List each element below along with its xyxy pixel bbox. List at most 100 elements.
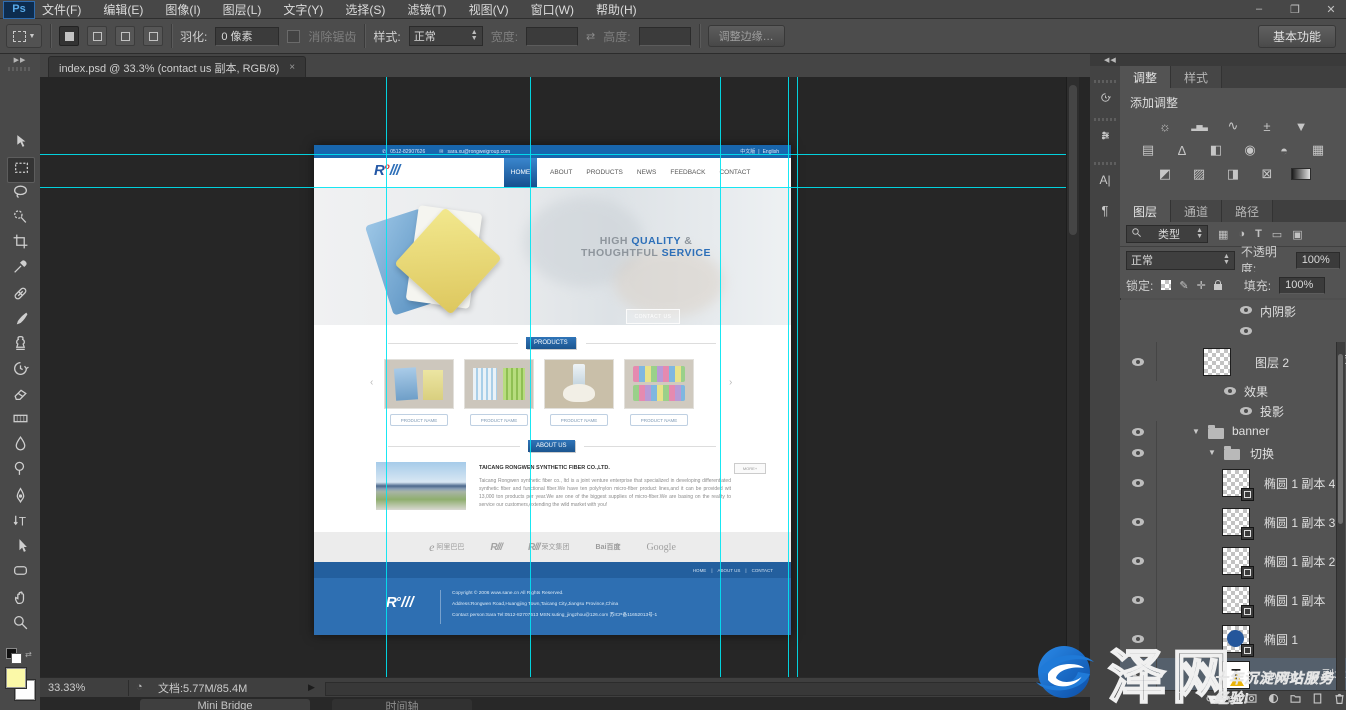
tab-paths[interactable]: 路径 bbox=[1222, 200, 1273, 222]
curves-icon[interactable]: ∿ bbox=[1220, 117, 1246, 135]
tool-dodge[interactable] bbox=[7, 459, 33, 483]
antialias-checkbox[interactable] bbox=[287, 30, 300, 43]
products-next-arrow[interactable]: › bbox=[729, 377, 732, 388]
workspace-switcher-button[interactable]: 基本功能 bbox=[1258, 25, 1336, 48]
tab-layers[interactable]: 图层 bbox=[1120, 200, 1171, 222]
group-expand-triangle[interactable]: ▼ bbox=[1208, 448, 1216, 457]
mini-bridge-tab[interactable]: Mini Bridge bbox=[140, 699, 310, 710]
product-name-button-3[interactable]: PRODUCT NAME bbox=[550, 414, 608, 426]
filter-smart-object-icon[interactable]: ▣ bbox=[1292, 228, 1302, 241]
adjustment-layer-icon[interactable] bbox=[1267, 692, 1280, 710]
paragraph-panel-icon[interactable]: ¶ bbox=[1093, 198, 1117, 222]
nav-contact[interactable]: CONTACT bbox=[719, 169, 750, 176]
width-input[interactable] bbox=[526, 27, 578, 46]
layer-row-ellipse-copy[interactable]: 椭圆 1 副本 bbox=[1120, 580, 1346, 620]
history-panel-icon[interactable] bbox=[1093, 86, 1117, 110]
lock-pixels-icon[interactable]: ✎ bbox=[1179, 279, 1188, 292]
guide-vertical-3[interactable] bbox=[720, 77, 721, 677]
tab-adjustments[interactable]: 调整 bbox=[1120, 66, 1171, 88]
lock-all-icon[interactable] bbox=[1214, 284, 1222, 290]
partner-google[interactable]: Google bbox=[646, 542, 675, 553]
style-select[interactable]: 正常▲▼ bbox=[409, 26, 483, 46]
nav-feedback[interactable]: FEEDBACK bbox=[670, 169, 705, 176]
visibility-eye-icon[interactable] bbox=[1240, 306, 1252, 314]
layer-row-ellipse-copy2[interactable]: 椭圆 1 副本 2 bbox=[1120, 541, 1346, 581]
menu-edit[interactable]: 编辑(E) bbox=[103, 1, 143, 18]
document-tab[interactable]: index.psd @ 33.3% (contact us 副本, RGB/8)… bbox=[48, 56, 306, 78]
hue-saturation-icon[interactable]: ▤ bbox=[1135, 141, 1161, 159]
swap-dimensions-icon[interactable]: ⇄ bbox=[586, 30, 595, 43]
toolbar-collapse-icon[interactable]: ▶▶ bbox=[0, 56, 40, 64]
levels-icon[interactable]: ▂▅▃ bbox=[1186, 117, 1212, 135]
layer-style-icon[interactable]: fx bbox=[1227, 695, 1236, 707]
footer-link-contact[interactable]: CONTACT bbox=[752, 568, 773, 573]
visibility-eye-icon[interactable] bbox=[1132, 358, 1144, 366]
product-name-button-4[interactable]: PRODUCT NAME bbox=[630, 414, 688, 426]
new-layer-icon[interactable] bbox=[1311, 692, 1324, 710]
layer-thumbnail[interactable] bbox=[1222, 625, 1250, 653]
posterize-icon[interactable]: ▨ bbox=[1186, 165, 1212, 183]
visibility-eye-icon[interactable] bbox=[1132, 670, 1144, 678]
canvas-vertical-scrollbar[interactable] bbox=[1066, 77, 1079, 677]
layer-thumbnail[interactable] bbox=[1222, 586, 1250, 614]
menu-layer[interactable]: 图层(L) bbox=[223, 1, 262, 18]
lock-position-icon[interactable]: ✛ bbox=[1197, 279, 1206, 292]
tool-shape[interactable] bbox=[7, 561, 33, 585]
nav-about[interactable]: ABOUT bbox=[550, 169, 572, 176]
refine-edge-button[interactable]: 调整边缘… bbox=[708, 25, 785, 47]
tool-gradient[interactable] bbox=[7, 409, 33, 433]
group-expand-triangle[interactable]: ▼ bbox=[1192, 427, 1200, 436]
visibility-eye-icon[interactable] bbox=[1240, 407, 1252, 415]
tool-eraser[interactable] bbox=[7, 384, 33, 408]
partner-rongwei-logo[interactable]: R/// bbox=[490, 542, 502, 553]
blend-mode-select[interactable]: 正常▲▼ bbox=[1126, 251, 1235, 270]
product-image-4[interactable] bbox=[624, 359, 694, 409]
layer-row-ellipse-copy4[interactable]: 椭圆 1 副本 4 bbox=[1120, 463, 1346, 503]
status-flyout-arrow[interactable]: ▶ bbox=[308, 682, 315, 693]
tool-crop[interactable] bbox=[7, 232, 33, 256]
tool-blur[interactable] bbox=[7, 434, 33, 458]
product-name-button-1[interactable]: PRODUCT NAME bbox=[390, 414, 448, 426]
partner-rongwen-group[interactable]: R///荣文集团 bbox=[528, 542, 570, 553]
layer-mask-icon[interactable] bbox=[1245, 692, 1258, 710]
tab-channels[interactable]: 通道 bbox=[1171, 200, 1222, 222]
layer-thumbnail[interactable] bbox=[1222, 508, 1250, 536]
about-more-button[interactable]: MORE+ bbox=[734, 463, 766, 474]
tool-lasso[interactable] bbox=[7, 182, 33, 206]
nav-news[interactable]: NEWS bbox=[637, 169, 657, 176]
lock-transparency-icon[interactable] bbox=[1161, 280, 1171, 290]
tool-pen[interactable] bbox=[7, 486, 33, 510]
tool-hand[interactable] bbox=[7, 588, 33, 612]
canvas[interactable]: ✆ 0512-82907626 ✉ sara.xu@rongweigroup.c… bbox=[40, 77, 1090, 677]
layer-row-layer2[interactable]: 图层 2 fx bbox=[1120, 342, 1346, 382]
timeline-tab[interactable]: 时间轴 bbox=[332, 699, 472, 710]
layer-row-ellipse1[interactable]: 椭圆 1 bbox=[1120, 619, 1346, 659]
menu-image[interactable]: 图像(I) bbox=[165, 1, 200, 18]
product-name-button-2[interactable]: PRODUCT NAME bbox=[470, 414, 528, 426]
vibrance-icon[interactable]: ▼ bbox=[1288, 117, 1314, 135]
properties-panel-icon[interactable] bbox=[1093, 124, 1117, 148]
filter-shape-icon[interactable]: ▭ bbox=[1272, 228, 1282, 241]
layer-group-banner[interactable]: ▼ banner bbox=[1120, 421, 1346, 443]
nav-products[interactable]: PRODUCTS bbox=[586, 169, 622, 176]
color-lookup-icon[interactable]: ▦ bbox=[1305, 141, 1331, 159]
tab-styles[interactable]: 样式 bbox=[1171, 66, 1222, 88]
restore-button[interactable]: ❐ bbox=[1284, 3, 1306, 16]
selection-mode-intersect[interactable] bbox=[143, 26, 163, 46]
close-button[interactable]: ✕ bbox=[1320, 3, 1342, 16]
visibility-eye-icon[interactable] bbox=[1132, 518, 1144, 526]
new-group-icon[interactable] bbox=[1289, 692, 1302, 710]
visibility-eye-icon[interactable] bbox=[1132, 449, 1144, 457]
tool-path-selection[interactable] bbox=[7, 536, 33, 560]
product-image-3[interactable] bbox=[544, 359, 614, 409]
nav-home[interactable]: HOME bbox=[504, 158, 537, 187]
filter-pixel-icon[interactable]: ▦ bbox=[1218, 228, 1228, 241]
menu-window[interactable]: 窗口(W) bbox=[531, 1, 574, 18]
visibility-eye-icon[interactable] bbox=[1132, 428, 1144, 436]
height-input[interactable] bbox=[639, 27, 691, 46]
foreground-color-swatch[interactable] bbox=[6, 668, 26, 688]
visibility-eye-icon[interactable] bbox=[1132, 479, 1144, 487]
partner-alibaba[interactable]: e阿里巴巴 bbox=[429, 540, 464, 555]
menu-type[interactable]: 文字(Y) bbox=[283, 1, 323, 18]
invert-icon[interactable]: ◩ bbox=[1152, 165, 1178, 183]
